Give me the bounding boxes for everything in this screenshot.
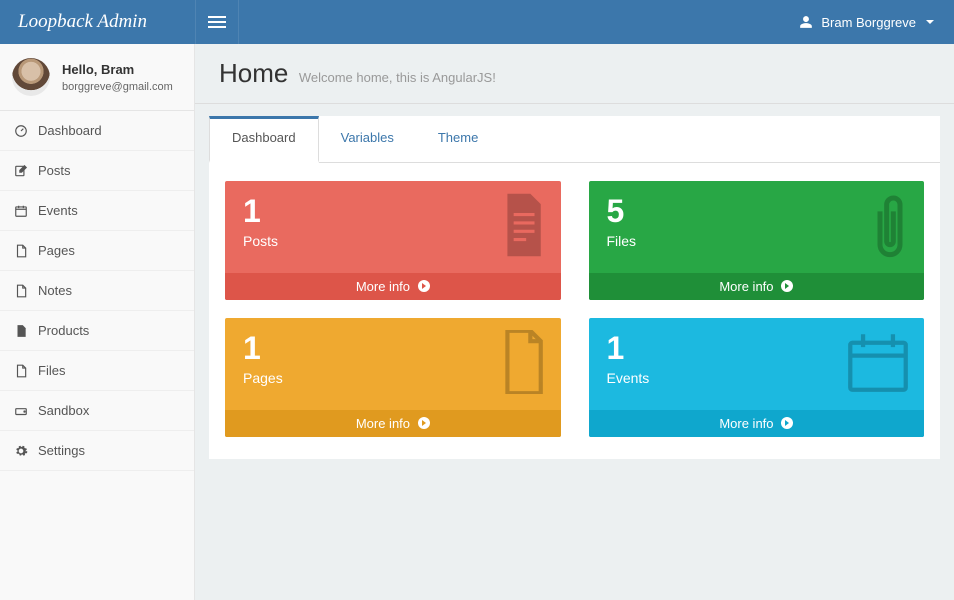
tab-bar: Dashboard Variables Theme xyxy=(209,116,940,163)
user-dropdown[interactable]: Bram Borggreve xyxy=(799,15,954,30)
widget-events: 1 Events More info xyxy=(589,318,925,437)
dashboard-icon xyxy=(14,124,28,138)
top-header: Loopback Admin Bram Borggreve xyxy=(0,0,954,44)
user-name: Bram Borggreve xyxy=(821,15,916,30)
sidebar-item-sandbox[interactable]: Sandbox xyxy=(0,391,194,431)
sidebar-item-label: Files xyxy=(38,363,65,378)
sidebar-item-label: Products xyxy=(38,323,89,338)
sidebar-item-label: Dashboard xyxy=(38,123,102,138)
widget-more-link[interactable]: More info xyxy=(225,273,561,300)
sidebar-item-products[interactable]: Products xyxy=(0,311,194,351)
hamburger-icon xyxy=(208,16,226,28)
calendar-icon xyxy=(846,330,910,394)
widget-label: Files xyxy=(607,233,907,249)
user-icon xyxy=(799,15,813,29)
sidebar-item-notes[interactable]: Notes xyxy=(0,271,194,311)
tab-variables[interactable]: Variables xyxy=(319,116,416,162)
document-lines-icon xyxy=(497,193,547,257)
tab-theme[interactable]: Theme xyxy=(416,116,500,162)
arrow-right-circle-icon xyxy=(418,280,430,292)
paperclip-icon xyxy=(870,193,910,263)
sidebar-greeting: Hello, Bram xyxy=(62,62,173,77)
widget-more-link[interactable]: More info xyxy=(225,410,561,437)
sidebar-item-files[interactable]: Files xyxy=(0,351,194,391)
avatar xyxy=(12,58,50,96)
page-title: Home xyxy=(219,58,288,88)
edit-icon xyxy=(14,164,28,178)
menu-toggle-button[interactable] xyxy=(195,0,239,44)
sidebar-item-settings[interactable]: Settings xyxy=(0,431,194,471)
sidebar-item-label: Sandbox xyxy=(38,403,89,418)
file-icon xyxy=(14,284,28,298)
arrow-right-circle-icon xyxy=(781,417,793,429)
sidebar-user-panel: Hello, Bram borggreve@gmail.com xyxy=(0,44,194,111)
sidebar-item-posts[interactable]: Posts xyxy=(0,151,194,191)
tab-dashboard[interactable]: Dashboard xyxy=(209,116,319,163)
page-subtitle: Welcome home, this is AngularJS! xyxy=(299,70,496,85)
widget-files: 5 Files More info xyxy=(589,181,925,300)
sidebar-item-label: Notes xyxy=(38,283,72,298)
sidebar-item-label: Settings xyxy=(38,443,85,458)
gear-icon xyxy=(14,444,28,458)
file-solid-icon xyxy=(14,324,28,338)
sidebar-item-label: Posts xyxy=(38,163,71,178)
brand-logo[interactable]: Loopback Admin xyxy=(0,11,195,33)
arrow-right-circle-icon xyxy=(781,280,793,292)
sidebar-item-label: Pages xyxy=(38,243,75,258)
calendar-icon xyxy=(14,204,28,218)
page-header: Home Welcome home, this is AngularJS! xyxy=(195,44,954,104)
widget-more-link[interactable]: More info xyxy=(589,273,925,300)
sidebar: Hello, Bram borggreve@gmail.com Dashboar… xyxy=(0,44,195,600)
chevron-down-icon xyxy=(926,20,934,24)
widget-count: 5 xyxy=(607,195,907,227)
disk-icon xyxy=(14,404,28,418)
file-icon xyxy=(497,330,547,394)
file-icon xyxy=(14,364,28,378)
sidebar-item-label: Events xyxy=(38,203,78,218)
sidebar-item-events[interactable]: Events xyxy=(0,191,194,231)
arrow-right-circle-icon xyxy=(418,417,430,429)
sidebar-item-pages[interactable]: Pages xyxy=(0,231,194,271)
file-icon xyxy=(14,244,28,258)
widget-pages: 1 Pages More info xyxy=(225,318,561,437)
dashboard-panel: 1 Posts More info 5 Files More info xyxy=(209,163,940,459)
widget-more-link[interactable]: More info xyxy=(589,410,925,437)
main-content: Home Welcome home, this is AngularJS! Da… xyxy=(195,44,954,600)
sidebar-item-dashboard[interactable]: Dashboard xyxy=(0,111,194,151)
widget-posts: 1 Posts More info xyxy=(225,181,561,300)
sidebar-email: borggreve@gmail.com xyxy=(62,81,173,93)
